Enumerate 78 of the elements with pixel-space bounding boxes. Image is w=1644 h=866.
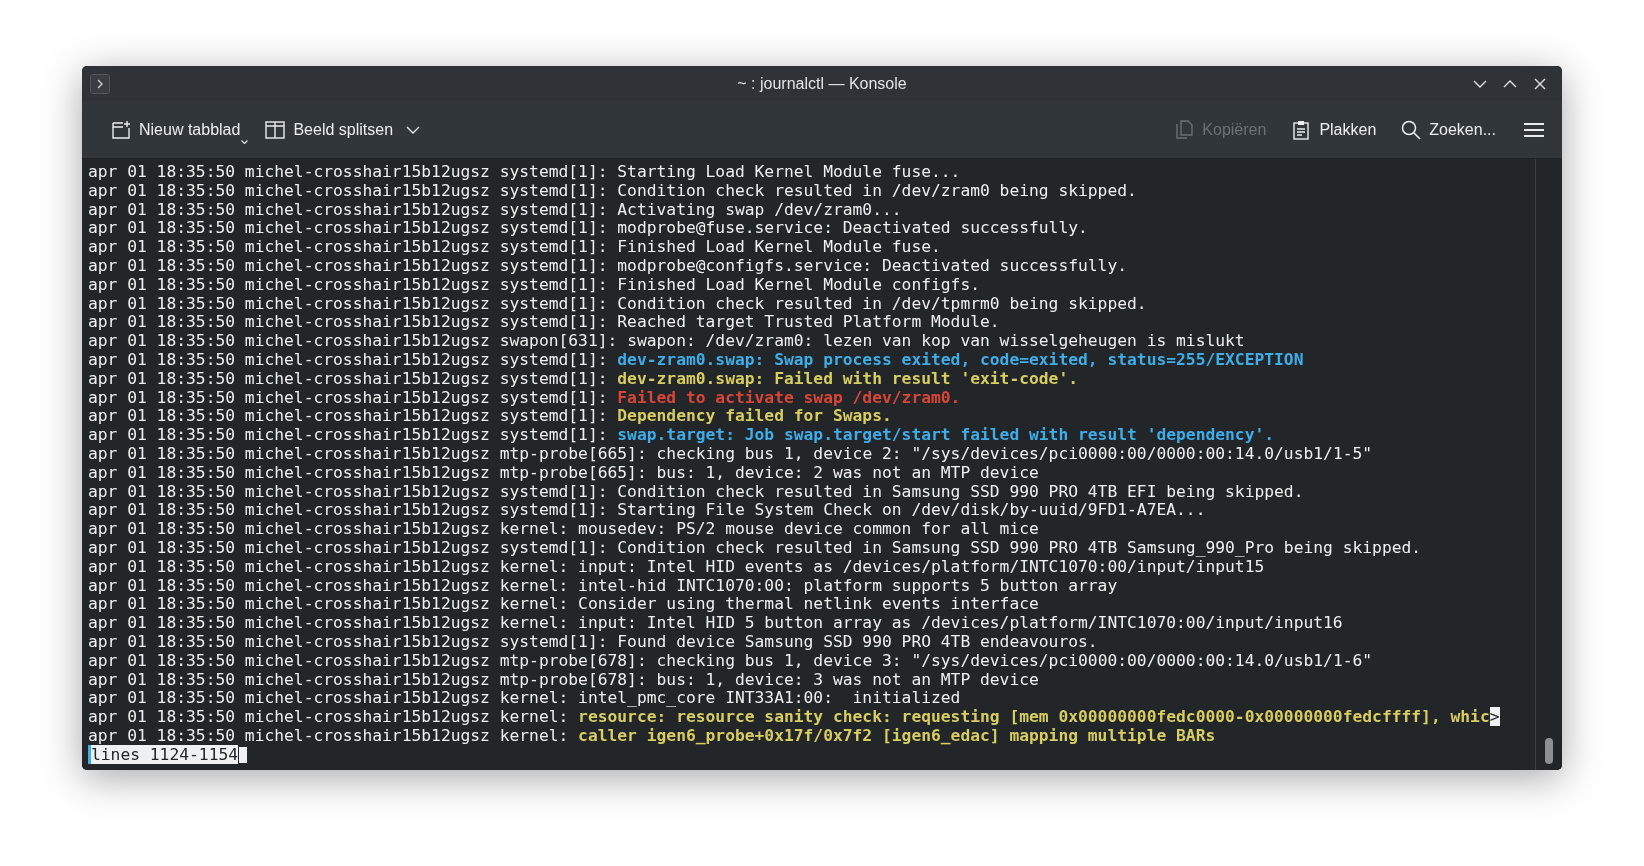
log-message: caller igen6_probe+0x17f/0x7f2 [igen6_edac] mapping multiple BARs bbox=[578, 725, 1216, 745]
log-prefix: apr 01 18:35:50 michel-crosshair15b12ugsz mtp-probe[665]: bbox=[88, 443, 647, 463]
log-message: Failed to activate swap /dev/zram0. bbox=[617, 387, 961, 407]
new-tab-icon bbox=[110, 118, 132, 141]
log-prefix: apr 01 18:35:50 michel-crosshair15b12ugsz systemd[1]: bbox=[88, 312, 608, 332]
log-prefix: apr 01 18:35:50 michel-crosshair15b12ugsz systemd[1]: bbox=[88, 537, 608, 557]
copy-icon bbox=[1173, 118, 1196, 141]
log-message: Activating swap /dev/zram0... bbox=[617, 199, 902, 219]
pager-status: lines 1124-1154 bbox=[88, 744, 239, 764]
log-prefix: apr 01 18:35:50 michel-crosshair15b12ugsz mtp-probe[678]: bbox=[88, 650, 647, 670]
log-prefix: apr 01 18:35:50 michel-crosshair15b12ugsz systemd[1]: bbox=[88, 256, 608, 275]
log-prefix: apr 01 18:35:50 michel-crosshair15b12ugsz kernel: bbox=[88, 613, 569, 633]
paste-button[interactable]: Plakken bbox=[1282, 112, 1385, 147]
log-message: checking bus 1, device 3: "/sys/devices/pci0000:00/0000:00:14.0/usb1/1-6" bbox=[656, 650, 1373, 670]
split-view-icon bbox=[264, 118, 287, 141]
log-prefix: apr 01 18:35:50 michel-crosshair15b12ugsz kernel: bbox=[88, 688, 569, 708]
log-message: Reached target Trusted Platform Module. bbox=[617, 312, 1000, 332]
log-prefix: apr 01 18:35:50 michel-crosshair15b12ugsz systemd[1]: bbox=[88, 274, 608, 294]
log-prefix: apr 01 18:35:50 michel-crosshair15b12ugsz systemd[1]: bbox=[88, 349, 608, 369]
log-message: Condition check resulted in /dev/tpmrm0 being skipped. bbox=[617, 293, 1147, 313]
terminal-icon[interactable] bbox=[90, 73, 110, 94]
log-message: Condition check resulted in Samsung SSD 990 PRO 4TB EFI being skipped. bbox=[617, 481, 1304, 501]
log-prefix: apr 01 18:35:50 michel-crosshair15b12ugsz kernel: bbox=[88, 725, 569, 745]
log-message: Starting Load Kernel Module fuse... bbox=[617, 162, 961, 181]
find-button[interactable]: Zoeken... bbox=[1392, 112, 1504, 147]
log-prefix: apr 01 18:35:50 michel-crosshair15b12ugsz systemd[1]: bbox=[88, 368, 608, 388]
log-message: dev-zram0.swap: Swap process exited, code=exited, status=255/EXCEPTION bbox=[617, 349, 1304, 369]
log-message: Condition check resulted in /dev/zram0 being skipped. bbox=[617, 180, 1137, 200]
log-message: intel_pmc_core INT33A1:00: initialized bbox=[578, 688, 961, 708]
log-prefix: apr 01 18:35:50 michel-crosshair15b12ugsz systemd[1]: bbox=[88, 199, 608, 219]
log-message: resource: resource sanity check: requesting [mem 0x00000000fedc0000-0x00000000fedcffff], whic bbox=[578, 707, 1490, 727]
log-message: modprobe@configfs.service: Deactivated successfully. bbox=[617, 256, 1128, 275]
overflow-marker: > bbox=[1489, 707, 1500, 727]
log-prefix: apr 01 18:35:50 michel-crosshair15b12ugsz systemd[1]: bbox=[88, 387, 608, 407]
log-prefix: apr 01 18:35:50 michel-crosshair15b12ugsz kernel: bbox=[88, 707, 569, 727]
submenu-indicator-icon bbox=[241, 139, 249, 145]
log-prefix: apr 01 18:35:50 michel-crosshair15b12ugsz systemd[1]: bbox=[88, 162, 608, 181]
log-message: modprobe@fuse.service: Deactivated successfully. bbox=[617, 218, 1088, 238]
log-prefix: apr 01 18:35:50 michel-crosshair15b12ugsz systemd[1]: bbox=[88, 237, 608, 257]
scrollbar-thumb[interactable] bbox=[1545, 738, 1553, 764]
split-view-button[interactable]: Beeld splitsen bbox=[256, 112, 429, 147]
log-message: input: Intel HID events as /devices/platform/INTC1070:00/input/input15 bbox=[578, 556, 1265, 576]
log-prefix: apr 01 18:35:50 michel-crosshair15b12ugsz systemd[1]: bbox=[88, 218, 608, 238]
menu-icon[interactable] bbox=[1524, 121, 1544, 138]
log-message: intel-hid INTC1070:00: platform supports 5 button array bbox=[578, 575, 1118, 595]
log-message: Finished Load Kernel Module fuse. bbox=[617, 237, 941, 257]
log-prefix: apr 01 18:35:50 michel-crosshair15b12ugsz systemd[1]: bbox=[88, 425, 608, 445]
log-message: Starting File System Check on /dev/disk/by-uuid/9FD1-A7EA... bbox=[617, 500, 1206, 520]
search-icon bbox=[1400, 118, 1423, 141]
window-title: ~ : journalctl — Konsole bbox=[737, 74, 907, 93]
log-prefix: apr 01 18:35:50 michel-crosshair15b12ugsz kernel: bbox=[88, 519, 569, 539]
log-message: Condition check resulted in Samsung SSD 990 PRO 4TB Samsung_990_Pro being skipped. bbox=[617, 537, 1422, 557]
log-prefix: apr 01 18:35:50 michel-crosshair15b12ugsz mtp-probe[678]: bbox=[88, 669, 647, 689]
log-message: input: Intel HID 5 button array as /devices/platform/INTC1070:00/input/input16 bbox=[578, 613, 1343, 633]
log-message: dev-zram0.swap: Failed with result 'exit-code'. bbox=[617, 368, 1078, 388]
log-message: Dependency failed for Swaps. bbox=[617, 406, 892, 426]
log-prefix: apr 01 18:35:50 michel-crosshair15b12ugsz systemd[1]: bbox=[88, 631, 608, 651]
log-message: checking bus 1, device 2: "/sys/devices/pci0000:00/0000:00:14.0/usb1/1-5" bbox=[656, 443, 1373, 463]
log-message: mousedev: PS/2 mouse device common for all mice bbox=[578, 519, 1039, 539]
log-prefix: apr 01 18:35:50 michel-crosshair15b12ugsz kernel: bbox=[88, 575, 569, 595]
log-message: Finished Load Kernel Module configfs. bbox=[617, 274, 980, 294]
log-prefix: apr 01 18:35:50 michel-crosshair15b12ugsz systemd[1]: bbox=[88, 180, 608, 200]
log-message: swapon: /dev/zram0: lezen van kop van wisselgeheugen is mislukt bbox=[627, 331, 1245, 351]
log-prefix: apr 01 18:35:50 michel-crosshair15b12ugsz kernel: bbox=[88, 594, 569, 614]
log-prefix: apr 01 18:35:50 michel-crosshair15b12ugsz systemd[1]: bbox=[88, 406, 608, 426]
log-prefix: apr 01 18:35:50 michel-crosshair15b12ugsz mtp-probe[665]: bbox=[88, 462, 647, 482]
log-prefix: apr 01 18:35:50 michel-crosshair15b12ugsz systemd[1]: bbox=[88, 500, 608, 520]
text-cursor bbox=[239, 746, 248, 763]
log-prefix: apr 01 18:35:50 michel-crosshair15b12ugsz systemd[1]: bbox=[88, 481, 608, 501]
log-message: Found device Samsung SSD 990 PRO 4TB endeavouros. bbox=[617, 631, 1098, 651]
log-prefix: apr 01 18:35:50 michel-crosshair15b12ugsz swapon[631]: bbox=[88, 331, 618, 351]
log-prefix: apr 01 18:35:50 michel-crosshair15b12ugsz kernel: bbox=[88, 556, 569, 576]
log-message: bus: 1, device: 2 was not an MTP device bbox=[656, 462, 1039, 482]
log-message: swap.target: Job swap.target/start failed with result 'dependency'. bbox=[617, 425, 1275, 445]
new-tab-button[interactable]: Nieuw tabblad bbox=[102, 112, 249, 147]
log-prefix: apr 01 18:35:50 michel-crosshair15b12ugsz systemd[1]: bbox=[88, 293, 608, 313]
log-message: Consider using thermal netlink events interface bbox=[578, 594, 1039, 614]
log-message: bus: 1, device: 3 was not an MTP device bbox=[656, 669, 1039, 689]
